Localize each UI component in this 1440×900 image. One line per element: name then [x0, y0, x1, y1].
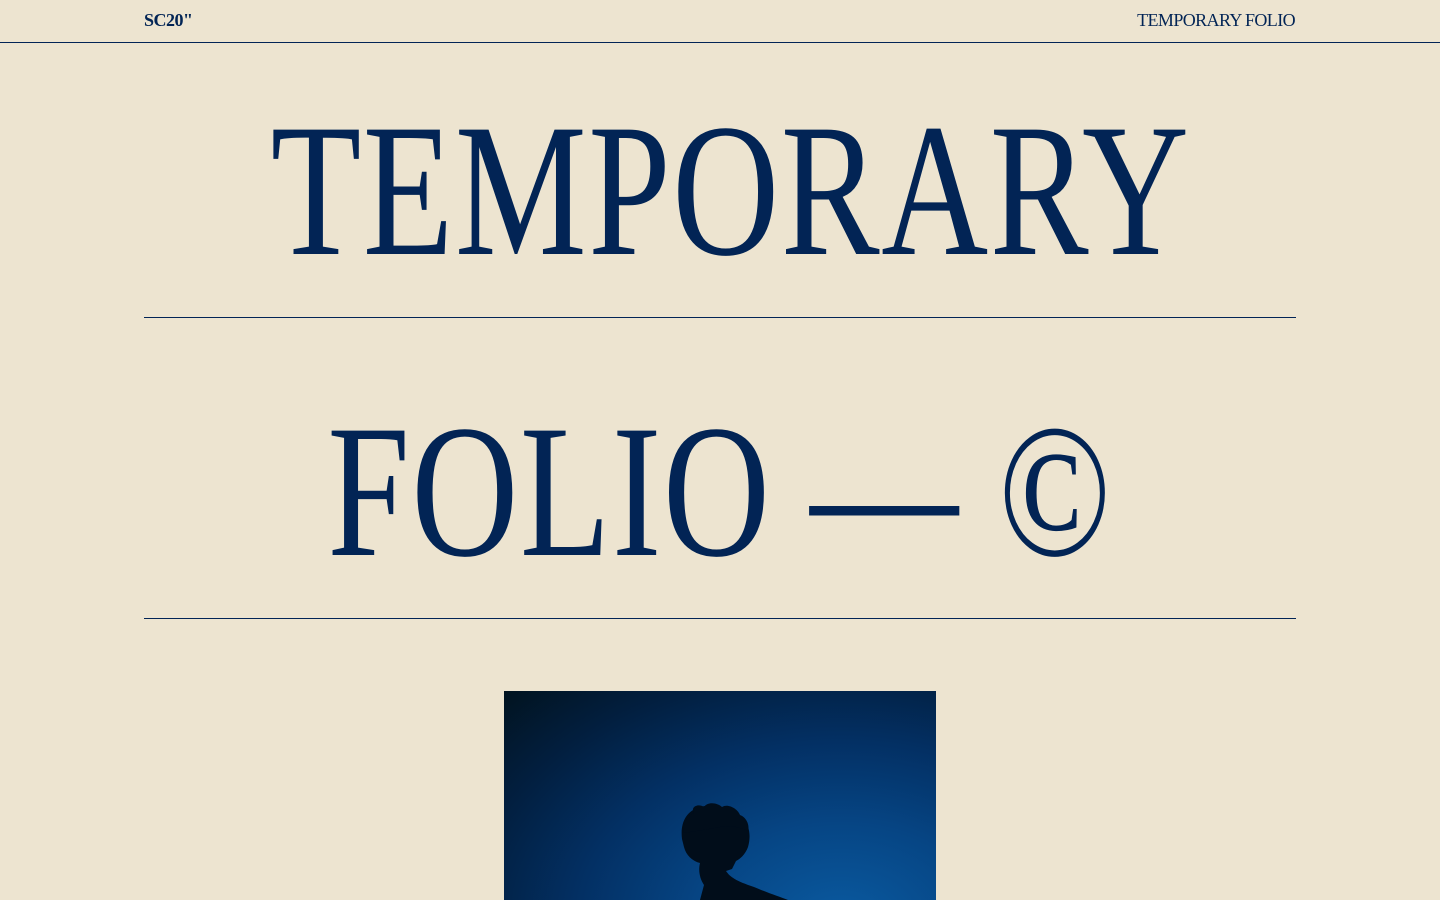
brand-logo[interactable]: SC20": [144, 10, 193, 30]
divider: [144, 618, 1296, 619]
hero-photo: [504, 691, 936, 900]
hero-title-line-2: FOLIO — ©: [327, 387, 1113, 597]
site-title-link[interactable]: TEMPORARY FOLIO: [1137, 10, 1295, 30]
top-bar: SC20" TEMPORARY FOLIO: [0, 0, 1440, 43]
divider: [144, 317, 1296, 318]
silhouette-portrait-image: [681, 803, 788, 900]
hero-title-line-1: TEMPORARY: [270, 86, 1191, 296]
